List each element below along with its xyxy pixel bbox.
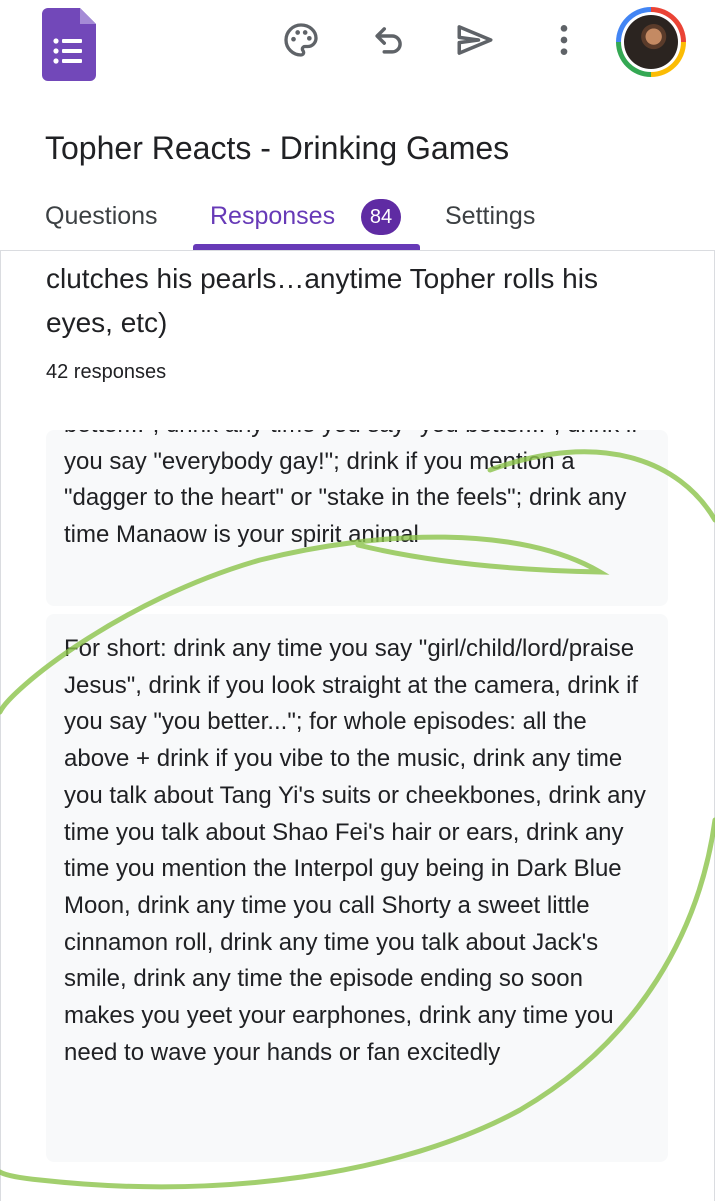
user-avatar[interactable]: [616, 7, 686, 77]
form-title: Topher Reacts - Drinking Games: [45, 130, 510, 166]
send-icon[interactable]: [453, 18, 497, 62]
undo-icon[interactable]: [367, 18, 411, 62]
response-card: better..."; drink any time you say "you …: [46, 430, 668, 606]
response-count-label: 42 responses: [46, 361, 167, 383]
response-text: better..."; drink any time you say "you …: [64, 430, 638, 549]
google-forms-icon[interactable]: [42, 8, 96, 81]
more-vert-icon[interactable]: [542, 18, 586, 62]
tab-bar: Questions Responses 84 Settings: [0, 190, 715, 250]
responses-count-badge: 84: [361, 199, 401, 235]
top-app-bar: [0, 0, 715, 110]
response-text: For short: drink any time you say "girl/…: [64, 635, 646, 1066]
question-title: clutches his pearls…anytime Topher rolls…: [46, 263, 598, 338]
tab-questions[interactable]: Questions: [45, 198, 158, 234]
response-card: For short: drink any time you say "girl/…: [46, 614, 668, 1162]
palette-icon[interactable]: [279, 18, 323, 62]
tab-responses[interactable]: Responses: [210, 198, 335, 234]
tab-settings[interactable]: Settings: [445, 198, 535, 234]
